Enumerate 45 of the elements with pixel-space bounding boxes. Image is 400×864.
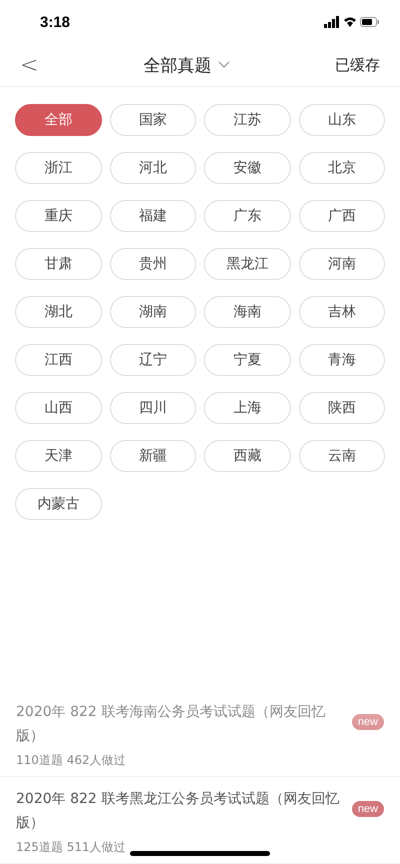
region-chip[interactable]: 全部	[15, 104, 102, 136]
category-dropdown[interactable]: 全部真题	[144, 54, 230, 76]
new-badge: new	[352, 801, 384, 817]
region-chip[interactable]: 广东	[204, 200, 290, 232]
region-chip[interactable]: 新疆	[110, 440, 196, 472]
region-chip[interactable]: 贵州	[110, 248, 196, 280]
region-chip[interactable]: 青海	[298, 344, 385, 376]
region-chip[interactable]: 上海	[204, 392, 290, 424]
region-chip[interactable]: 重庆	[15, 200, 102, 232]
region-chip[interactable]: 河北	[110, 152, 196, 184]
status-icons	[324, 16, 380, 28]
region-chip[interactable]: 黑龙江	[204, 248, 290, 280]
region-chip[interactable]: 福建	[110, 200, 196, 232]
region-chip[interactable]: 山西	[15, 392, 102, 424]
region-chip[interactable]: 河南	[298, 248, 385, 280]
region-chip[interactable]: 湖南	[110, 296, 196, 328]
region-chip[interactable]: 北京	[298, 152, 385, 184]
status-time: 3:18	[40, 14, 70, 30]
region-chip[interactable]: 宁夏	[204, 344, 290, 376]
back-button[interactable]: <	[20, 52, 38, 78]
region-chip[interactable]: 浙江	[15, 152, 102, 184]
region-chip[interactable]: 甘肃	[15, 248, 102, 280]
region-chip[interactable]: 山东	[298, 104, 385, 136]
new-badge: new	[352, 714, 384, 730]
region-chip[interactable]: 陕西	[298, 392, 385, 424]
region-chip[interactable]: 吉林	[298, 296, 385, 328]
paper-stats: 110道题 462人做过	[16, 752, 126, 769]
region-chip[interactable]: 江西	[15, 344, 102, 376]
region-chip[interactable]: 国家	[110, 104, 196, 136]
region-chip[interactable]: 西藏	[204, 440, 290, 472]
region-chip[interactable]: 江苏	[204, 104, 290, 136]
region-chip[interactable]: 辽宁	[110, 344, 196, 376]
region-chip[interactable]: 内蒙古	[15, 488, 102, 520]
paper-title[interactable]: 2020年 822 联考海南公务员考试试题（网友回忆版）	[16, 700, 344, 748]
region-chip[interactable]: 四川	[110, 392, 196, 424]
region-chip[interactable]: 云南	[298, 440, 385, 472]
chevron-down-icon	[218, 61, 230, 69]
region-chip[interactable]: 广西	[298, 200, 385, 232]
region-chip[interactable]: 湖北	[15, 296, 102, 328]
cached-button[interactable]: 已缓存	[335, 56, 380, 74]
paper-title[interactable]: 2020年 822 联考黑龙江公务员考试试题（网友回忆版）	[16, 787, 344, 835]
region-chip[interactable]: 安徽	[204, 152, 290, 184]
paper-stats: 125道题 511人做过	[16, 839, 126, 856]
region-chip[interactable]: 天津	[15, 440, 102, 472]
region-chip[interactable]: 海南	[204, 296, 290, 328]
